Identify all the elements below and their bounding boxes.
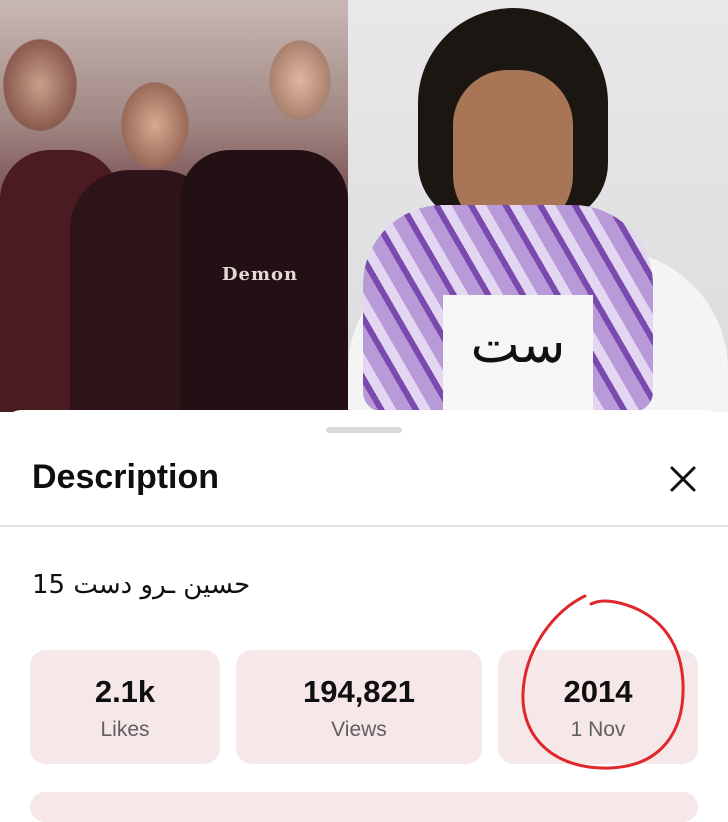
video-title: حسین ـرو دست 15 [32, 570, 251, 600]
video-frame-left: Demon [0, 0, 348, 412]
views-label: Views [331, 718, 387, 741]
close-button[interactable] [656, 452, 710, 506]
likes-label: Likes [100, 718, 150, 741]
close-icon [670, 466, 696, 492]
sheet-title: Description [32, 458, 220, 496]
video-player[interactable]: Demon ست [0, 0, 728, 412]
date-stat: 2014 1 Nov [498, 650, 698, 764]
next-section-card [30, 792, 698, 822]
views-stat: 194,821 Views [236, 650, 482, 764]
views-count: 194,821 [302, 674, 416, 709]
publish-date: 1 Nov [570, 718, 626, 741]
video-frame-right: ست [348, 0, 728, 412]
likes-count: 2.1k [94, 674, 156, 709]
drag-handle[interactable] [326, 427, 402, 433]
shirt-print: Demon [221, 264, 299, 285]
shirt-print-right: ست [443, 295, 593, 412]
description-sheet: Description حسین ـرو دست 15 2.1k Likes 1… [0, 410, 728, 822]
divider [0, 525, 728, 527]
likes-stat: 2.1k Likes [30, 650, 220, 764]
publish-year: 2014 [563, 674, 633, 709]
